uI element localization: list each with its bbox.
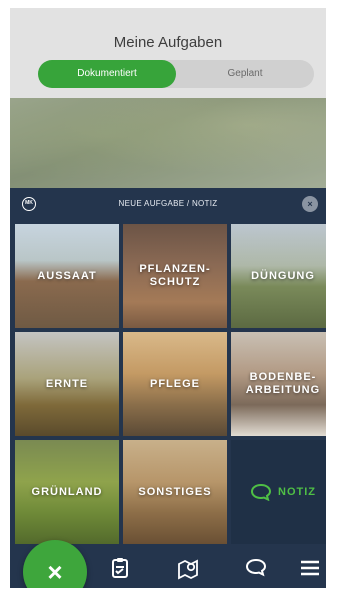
background-field-image [10, 98, 326, 188]
page-title: Meine Aufgaben [113, 34, 223, 51]
header: Meine Aufgaben Dokumentiert Geplant [10, 8, 326, 98]
tile-ernte[interactable]: ERNTE [15, 332, 119, 436]
clipboard-check-icon[interactable] [108, 556, 132, 580]
tab-dokumentiert[interactable]: Dokumentiert [38, 60, 176, 88]
tile-bodenbearbeitung[interactable]: BODENBE- ARBEITUNG [231, 332, 326, 436]
tile-label: NOTIZ [278, 485, 316, 498]
speech-bubble-icon[interactable] [244, 556, 268, 580]
sheet-title: NEUE AUFGABE / NOTIZ [118, 199, 218, 208]
tile-sonstiges[interactable]: SONSTIGES [123, 440, 227, 544]
tile-label: BODENBE- ARBEITUNG [245, 371, 321, 396]
tile-label: PFLEGE [149, 377, 200, 390]
map-pin-icon[interactable] [176, 556, 200, 580]
new-task-sheet: MK NEUE AUFGABE / NOTIZ × AUSSAAT PFLANZ… [10, 188, 326, 588]
tile-label: AUSSAAT [37, 269, 97, 282]
tile-gruenland[interactable]: GRÜNLAND [15, 440, 119, 544]
speech-bubble-icon [250, 483, 272, 501]
tile-label: PFLANZEN- SCHUTZ [139, 263, 211, 288]
tile-notiz[interactable]: NOTIZ [231, 440, 326, 544]
tile-duengung[interactable]: DÜNGUNG [231, 224, 326, 328]
tile-label: ERNTE [45, 377, 89, 390]
tab-geplant[interactable]: Geplant [176, 60, 314, 88]
tile-label: GRÜNLAND [31, 485, 103, 498]
tile-pflege[interactable]: PFLEGE [123, 332, 227, 436]
tile-aussaat[interactable]: AUSSAAT [15, 224, 119, 328]
tile-pflanzenschutz[interactable]: PFLANZEN- SCHUTZ [123, 224, 227, 328]
tile-label: SONSTIGES [138, 485, 212, 498]
segmented-control: Dokumentiert Geplant [38, 60, 314, 88]
sheet-header: MK NEUE AUFGABE / NOTIZ × [10, 188, 326, 220]
app-screen: Meine Aufgaben Dokumentiert Geplant MK N… [10, 8, 326, 588]
close-icon[interactable]: × [302, 196, 318, 212]
menu-icon[interactable] [298, 556, 322, 580]
tile-label: DÜNGUNG [251, 269, 315, 282]
